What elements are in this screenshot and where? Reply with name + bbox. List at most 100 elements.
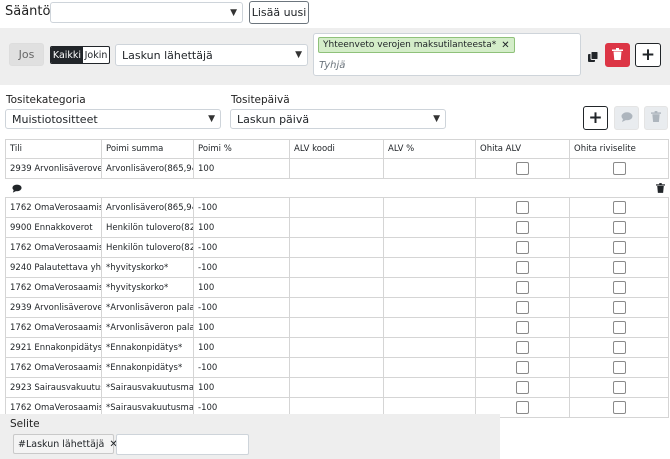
tili-cell[interactable]: 1762 OmaVerosaamiset: [5, 237, 102, 258]
close-icon[interactable]: ✕: [501, 40, 509, 51]
delete-row-button[interactable]: [644, 106, 668, 130]
comment-icon[interactable]: [11, 184, 22, 196]
ohita-riviselite-checkbox[interactable]: [612, 301, 626, 314]
alv-koodi-cell[interactable]: [289, 317, 384, 338]
pct-cell[interactable]: -100: [193, 257, 290, 278]
ohita-riviselite-checkbox[interactable]: [612, 341, 626, 354]
pct-cell[interactable]: -100: [193, 237, 290, 258]
kaikki-toggle[interactable]: Kaikki: [51, 47, 83, 63]
pct-cell[interactable]: -100: [193, 197, 290, 218]
pct-cell[interactable]: 100: [193, 277, 290, 298]
pct-cell[interactable]: -100: [193, 357, 290, 378]
delete-condition-button[interactable]: [605, 43, 630, 67]
tili-cell[interactable]: 1762 OmaVerosaamiset: [5, 357, 102, 378]
ohita-riviselite-checkbox[interactable]: [612, 381, 626, 394]
alv-pct-cell[interactable]: [383, 357, 476, 378]
ohita-riviselite-checkbox[interactable]: [612, 162, 626, 175]
alv-koodi-cell[interactable]: [289, 197, 384, 218]
ohita-riviselite-checkbox[interactable]: [612, 221, 626, 234]
pct-cell[interactable]: -100: [193, 297, 290, 318]
ohita-alv-checkbox[interactable]: [516, 301, 529, 314]
alv-koodi-cell[interactable]: [289, 357, 384, 378]
category-select[interactable]: Muistiotositteet ▼: [5, 109, 221, 129]
trash-icon[interactable]: [655, 183, 665, 196]
pct-cell[interactable]: 100: [193, 158, 290, 179]
condition-value-input[interactable]: Tyhjä: [319, 60, 345, 71]
pct-cell[interactable]: 100: [193, 377, 290, 398]
tili-cell[interactable]: 2923 Sairausvakuutusmaksu: [5, 377, 102, 398]
summa-cell[interactable]: *Ennakonpidätys*: [101, 357, 194, 378]
alv-koodi-cell[interactable]: [289, 277, 384, 298]
summa-cell[interactable]: Arvonlisävero(865,94): [101, 158, 194, 179]
ohita-alv-checkbox[interactable]: [516, 381, 529, 394]
pct-cell[interactable]: 100: [193, 337, 290, 358]
alv-pct-cell[interactable]: [383, 337, 476, 358]
alv-koodi-cell[interactable]: [289, 217, 384, 238]
summa-cell[interactable]: Henkilön tulovero(825,00): [101, 217, 194, 238]
chevron-down-icon: ▼: [208, 114, 215, 124]
jokin-toggle[interactable]: Jokin: [83, 47, 109, 63]
condition-field-select[interactable]: Laskun lähettäjä ▼: [115, 44, 308, 66]
summa-cell[interactable]: *Sairausvakuutusmaksu*: [101, 377, 194, 398]
alv-koodi-cell[interactable]: [289, 257, 384, 278]
alv-pct-cell[interactable]: [383, 277, 476, 298]
tili-cell[interactable]: 9900 Ennakkoverot: [5, 217, 102, 238]
selite-input[interactable]: [116, 434, 249, 455]
alv-koodi-cell[interactable]: [289, 158, 384, 179]
summa-cell[interactable]: *Arvonlisäveron palautus*: [101, 317, 194, 338]
alv-koodi-cell[interactable]: [289, 237, 384, 258]
ohita-alv-checkbox[interactable]: [516, 241, 529, 254]
alv-pct-cell[interactable]: [383, 257, 476, 278]
copy-icon[interactable]: [587, 48, 599, 62]
ohita-alv-checkbox[interactable]: [516, 281, 529, 294]
ohita-alv-checkbox[interactable]: [516, 261, 529, 274]
ohita-alv-checkbox[interactable]: [516, 201, 529, 214]
jos-button[interactable]: Jos: [9, 43, 44, 66]
alv-pct-cell[interactable]: [383, 237, 476, 258]
summa-cell[interactable]: Henkilön tulovero(825,00): [101, 237, 194, 258]
tili-cell[interactable]: 1762 OmaVerosaamiset: [5, 277, 102, 298]
ohita-riviselite-checkbox[interactable]: [612, 401, 626, 414]
ohita-alv-checkbox[interactable]: [516, 321, 529, 334]
tili-cell[interactable]: 2921 Ennakonpidätysvelka: [5, 337, 102, 358]
alv-koodi-cell[interactable]: [289, 377, 384, 398]
ohita-riviselite-checkbox[interactable]: [612, 321, 626, 334]
summa-cell[interactable]: Arvonlisävero(865,94): [101, 197, 194, 218]
summa-cell[interactable]: *Arvonlisäveron palautus*: [101, 297, 194, 318]
condition-value-box[interactable]: Yhteenveto verojen maksutilanteesta* ✕ T…: [313, 33, 581, 76]
ohita-riviselite-checkbox[interactable]: [612, 281, 626, 294]
pct-cell[interactable]: 100: [193, 217, 290, 238]
ohita-riviselite-checkbox[interactable]: [612, 201, 626, 214]
tili-cell[interactable]: 2939 Arvonlisäverovelka: [5, 297, 102, 318]
add-new-button[interactable]: Lisää uusi: [249, 1, 309, 24]
ohita-riviselite-checkbox[interactable]: [612, 241, 626, 254]
tili-cell[interactable]: 9240 Palautettava yhteisövero: [5, 257, 102, 278]
date-select[interactable]: Laskun päivä ▼: [230, 109, 446, 129]
ohita-riviselite-checkbox[interactable]: [612, 261, 626, 274]
comment-button[interactable]: [614, 106, 639, 130]
summa-cell[interactable]: *hyvityskorko*: [101, 257, 194, 278]
tili-cell[interactable]: 1762 OmaVerosaamiset: [5, 317, 102, 338]
pct-cell[interactable]: 100: [193, 317, 290, 338]
ohita-riviselite-checkbox[interactable]: [612, 361, 626, 374]
ohita-alv-checkbox[interactable]: [516, 341, 529, 354]
summa-cell[interactable]: *Ennakonpidätys*: [101, 337, 194, 358]
add-condition-button[interactable]: +: [635, 43, 661, 67]
alv-pct-cell[interactable]: [383, 377, 476, 398]
add-row-button[interactable]: +: [583, 106, 608, 130]
ohita-alv-checkbox[interactable]: [516, 401, 529, 414]
ohita-alv-checkbox[interactable]: [516, 361, 529, 374]
alv-koodi-cell[interactable]: [289, 297, 384, 318]
tili-cell[interactable]: 1762 OmaVerosaamiset: [5, 197, 102, 218]
ohita-alv-checkbox[interactable]: [516, 162, 529, 175]
summa-cell[interactable]: *hyvityskorko*: [101, 277, 194, 298]
alv-pct-cell[interactable]: [383, 317, 476, 338]
alv-pct-cell[interactable]: [383, 158, 476, 179]
rule-select[interactable]: ▼: [50, 2, 243, 23]
ohita-alv-checkbox[interactable]: [516, 221, 529, 234]
alv-koodi-cell[interactable]: [289, 337, 384, 358]
alv-pct-cell[interactable]: [383, 217, 476, 238]
alv-pct-cell[interactable]: [383, 197, 476, 218]
tili-cell[interactable]: 2939 Arvonlisäverovelka: [5, 158, 102, 179]
alv-pct-cell[interactable]: [383, 297, 476, 318]
